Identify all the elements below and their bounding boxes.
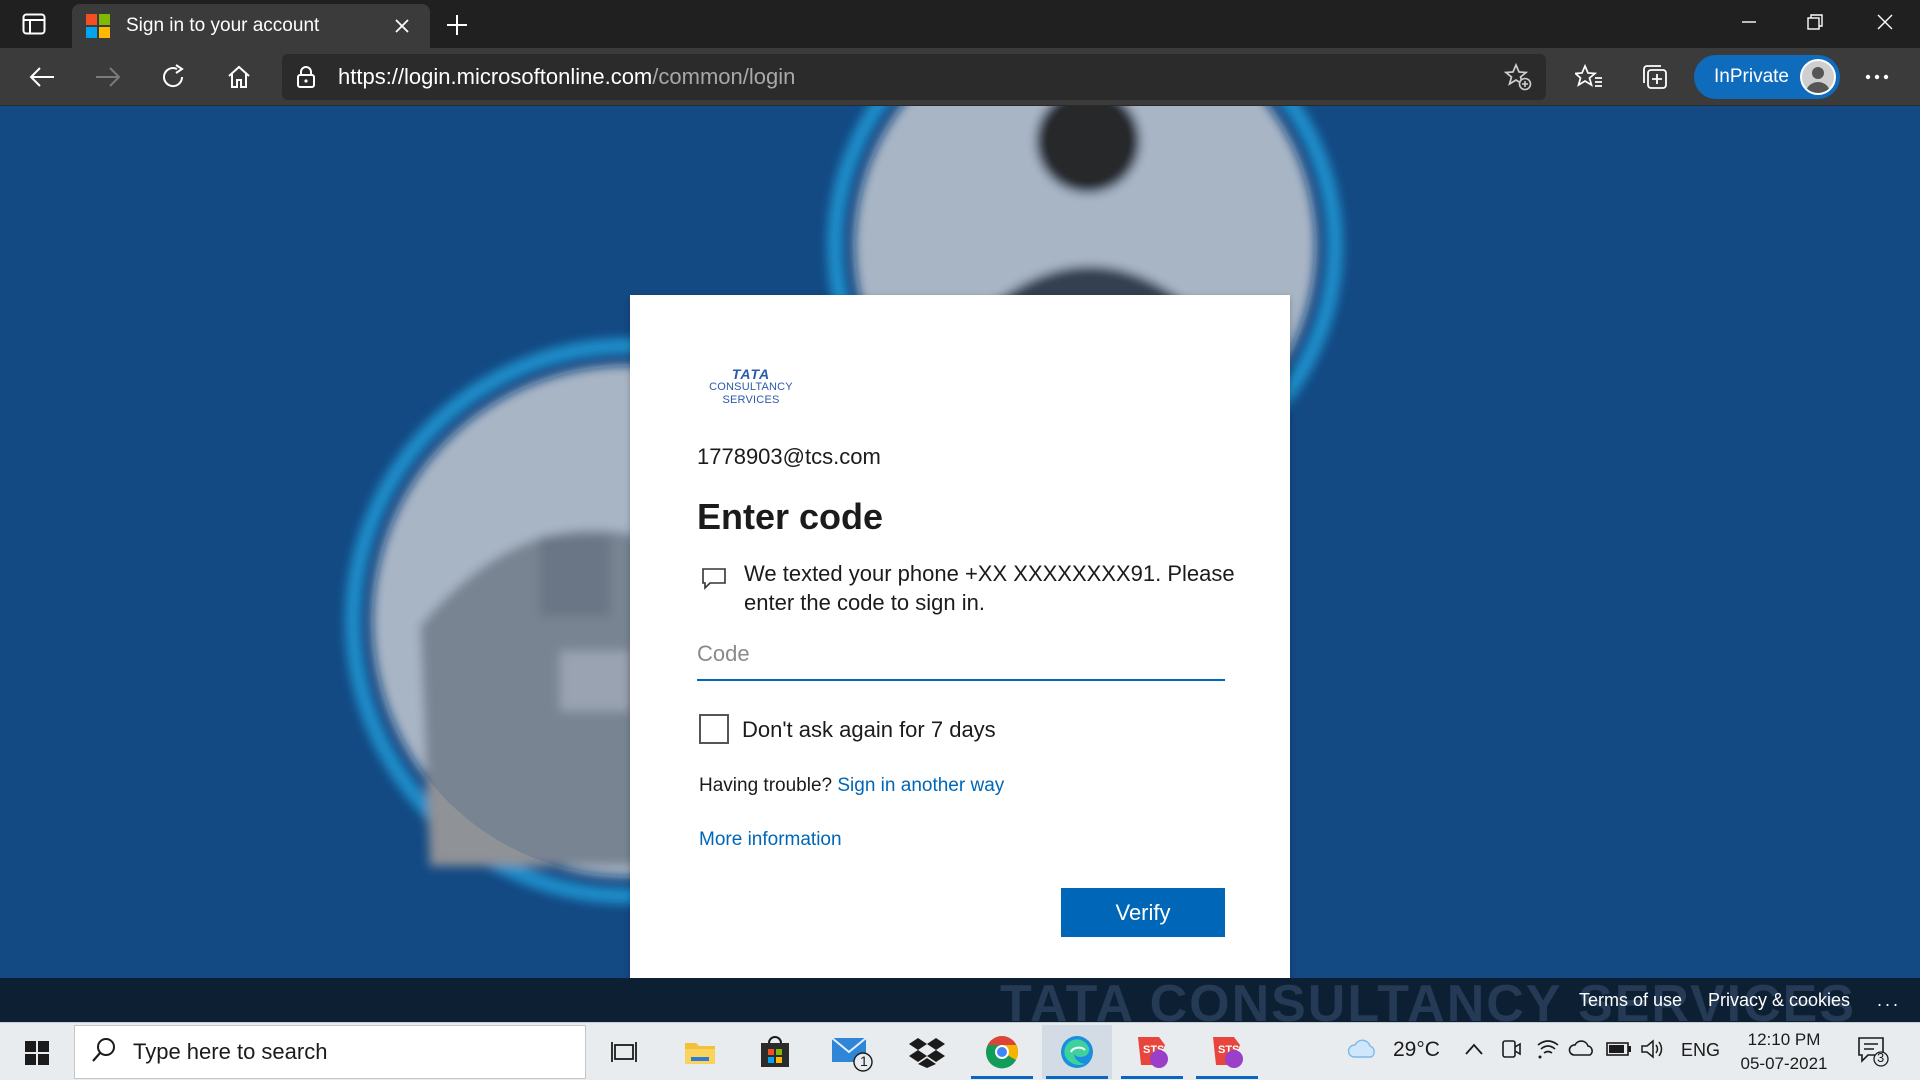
signin-card: TATA CONSULTANCY SERVICES 1778903@tcs.co… [630,295,1290,978]
logo-line-3: SERVICES [722,394,780,406]
sms-message: We texted your phone +XX XXXXXXXX91. Ple… [744,561,1235,615]
page-footer: TATA CONSULTANCY SERVICES Terms of use P… [0,975,1920,1033]
onedrive-icon[interactable] [1568,1039,1596,1063]
weather-temperature[interactable]: 29°C [1393,1038,1440,1062]
more-information-link[interactable]: More information [699,829,842,851]
microsoft-logo-icon [86,14,110,38]
url-text: https://login.microsoftonline.com/common… [330,64,795,90]
page-background: TATA CONSULTANCY SERVICES 1778903@tcs.co… [0,106,1920,978]
verify-button[interactable]: Verify [1061,888,1225,937]
add-favorite-icon[interactable] [1503,62,1532,91]
close-tab-icon[interactable] [388,12,416,40]
collections-icon[interactable] [1635,57,1675,97]
remember-checkbox[interactable] [699,714,729,744]
footer-more-link[interactable]: ... [1877,990,1901,1011]
more-options-icon[interactable] [1857,57,1897,97]
browser-tab[interactable]: Sign in to your account [72,4,430,48]
terms-of-use-link[interactable]: Terms of use [1579,990,1682,1011]
favorites-icon[interactable] [1569,57,1609,97]
url-host: https://login.microsoftonline.com [338,64,653,89]
privacy-cookies-link[interactable]: Privacy & cookies [1708,990,1850,1011]
minimize-button[interactable] [1716,0,1782,44]
url-path: /common/login [652,64,796,89]
address-bar[interactable]: https://login.microsoftonline.com/common… [282,54,1546,100]
windows-taskbar: Type here to search 1 STS STS 29°C ENG 1… [0,1022,1920,1080]
code-input[interactable] [697,635,1225,681]
forward-button[interactable] [88,57,128,97]
tab-actions-icon[interactable] [14,10,54,38]
logo-line-1: TATA [731,366,771,382]
clock[interactable]: 12:10 PM 05-07-2021 [1724,1028,1844,1076]
wifi-icon[interactable] [1536,1039,1560,1065]
restore-button[interactable] [1782,0,1848,44]
profile-avatar-icon [1800,59,1836,95]
mail-badge: 1 [860,1053,868,1069]
account-identity[interactable]: 1778903@tcs.com [697,444,881,470]
close-window-button[interactable] [1852,0,1918,44]
clock-time: 12:10 PM [1747,1030,1821,1049]
remember-label[interactable]: Don't ask again for 7 days [742,717,996,743]
back-button[interactable] [22,57,62,97]
volume-icon[interactable] [1640,1038,1666,1066]
file-explorer-icon[interactable] [665,1025,735,1079]
notifications-icon[interactable]: 3 [1856,1035,1890,1073]
sign-in-another-way-link[interactable]: Sign in another way [837,775,1004,796]
search-icon [91,1037,117,1068]
browser-toolbar: https://login.microsoftonline.com/common… [0,48,1920,106]
refresh-button[interactable] [153,57,193,97]
inprivate-label: InPrivate [1714,66,1789,87]
page-title: Enter code [697,496,884,537]
windows-start-icon[interactable] [10,1031,64,1075]
message-icon [700,565,728,593]
app-icon-1[interactable]: STS [1117,1025,1187,1079]
chrome-icon[interactable] [967,1025,1037,1079]
tab-title: Sign in to your account [126,15,320,36]
mail-icon[interactable]: 1 [816,1025,886,1079]
lock-icon[interactable] [282,65,330,89]
meet-now-icon[interactable] [1500,1037,1522,1067]
tcs-logo: TATA CONSULTANCY SERVICES [704,367,798,407]
battery-icon[interactable] [1606,1040,1632,1063]
task-view-icon[interactable] [589,1025,659,1079]
new-tab-button[interactable] [440,8,474,42]
notification-count: 3 [1877,1050,1885,1065]
weather-icon[interactable] [1346,1035,1378,1067]
language-indicator[interactable]: ENG [1681,1040,1720,1061]
clock-date: 05-07-2021 [1740,1054,1828,1073]
trouble-row: Having trouble? Sign in another way [699,775,1004,797]
edge-icon[interactable] [1042,1025,1112,1079]
chevron-up-icon[interactable] [1464,1039,1484,1062]
trouble-text: Having trouble? [699,775,833,796]
logo-line-2: CONSULTANCY [709,381,793,393]
dropbox-icon[interactable] [892,1025,962,1079]
home-button[interactable] [219,57,259,97]
browser-titlebar: Sign in to your account [0,0,1920,48]
microsoft-store-icon[interactable] [740,1025,810,1079]
search-placeholder: Type here to search [133,1039,328,1064]
app-icon-2[interactable]: STS [1192,1025,1262,1079]
inprivate-button[interactable]: InPrivate [1694,55,1840,99]
taskbar-search-box[interactable]: Type here to search [74,1025,586,1079]
